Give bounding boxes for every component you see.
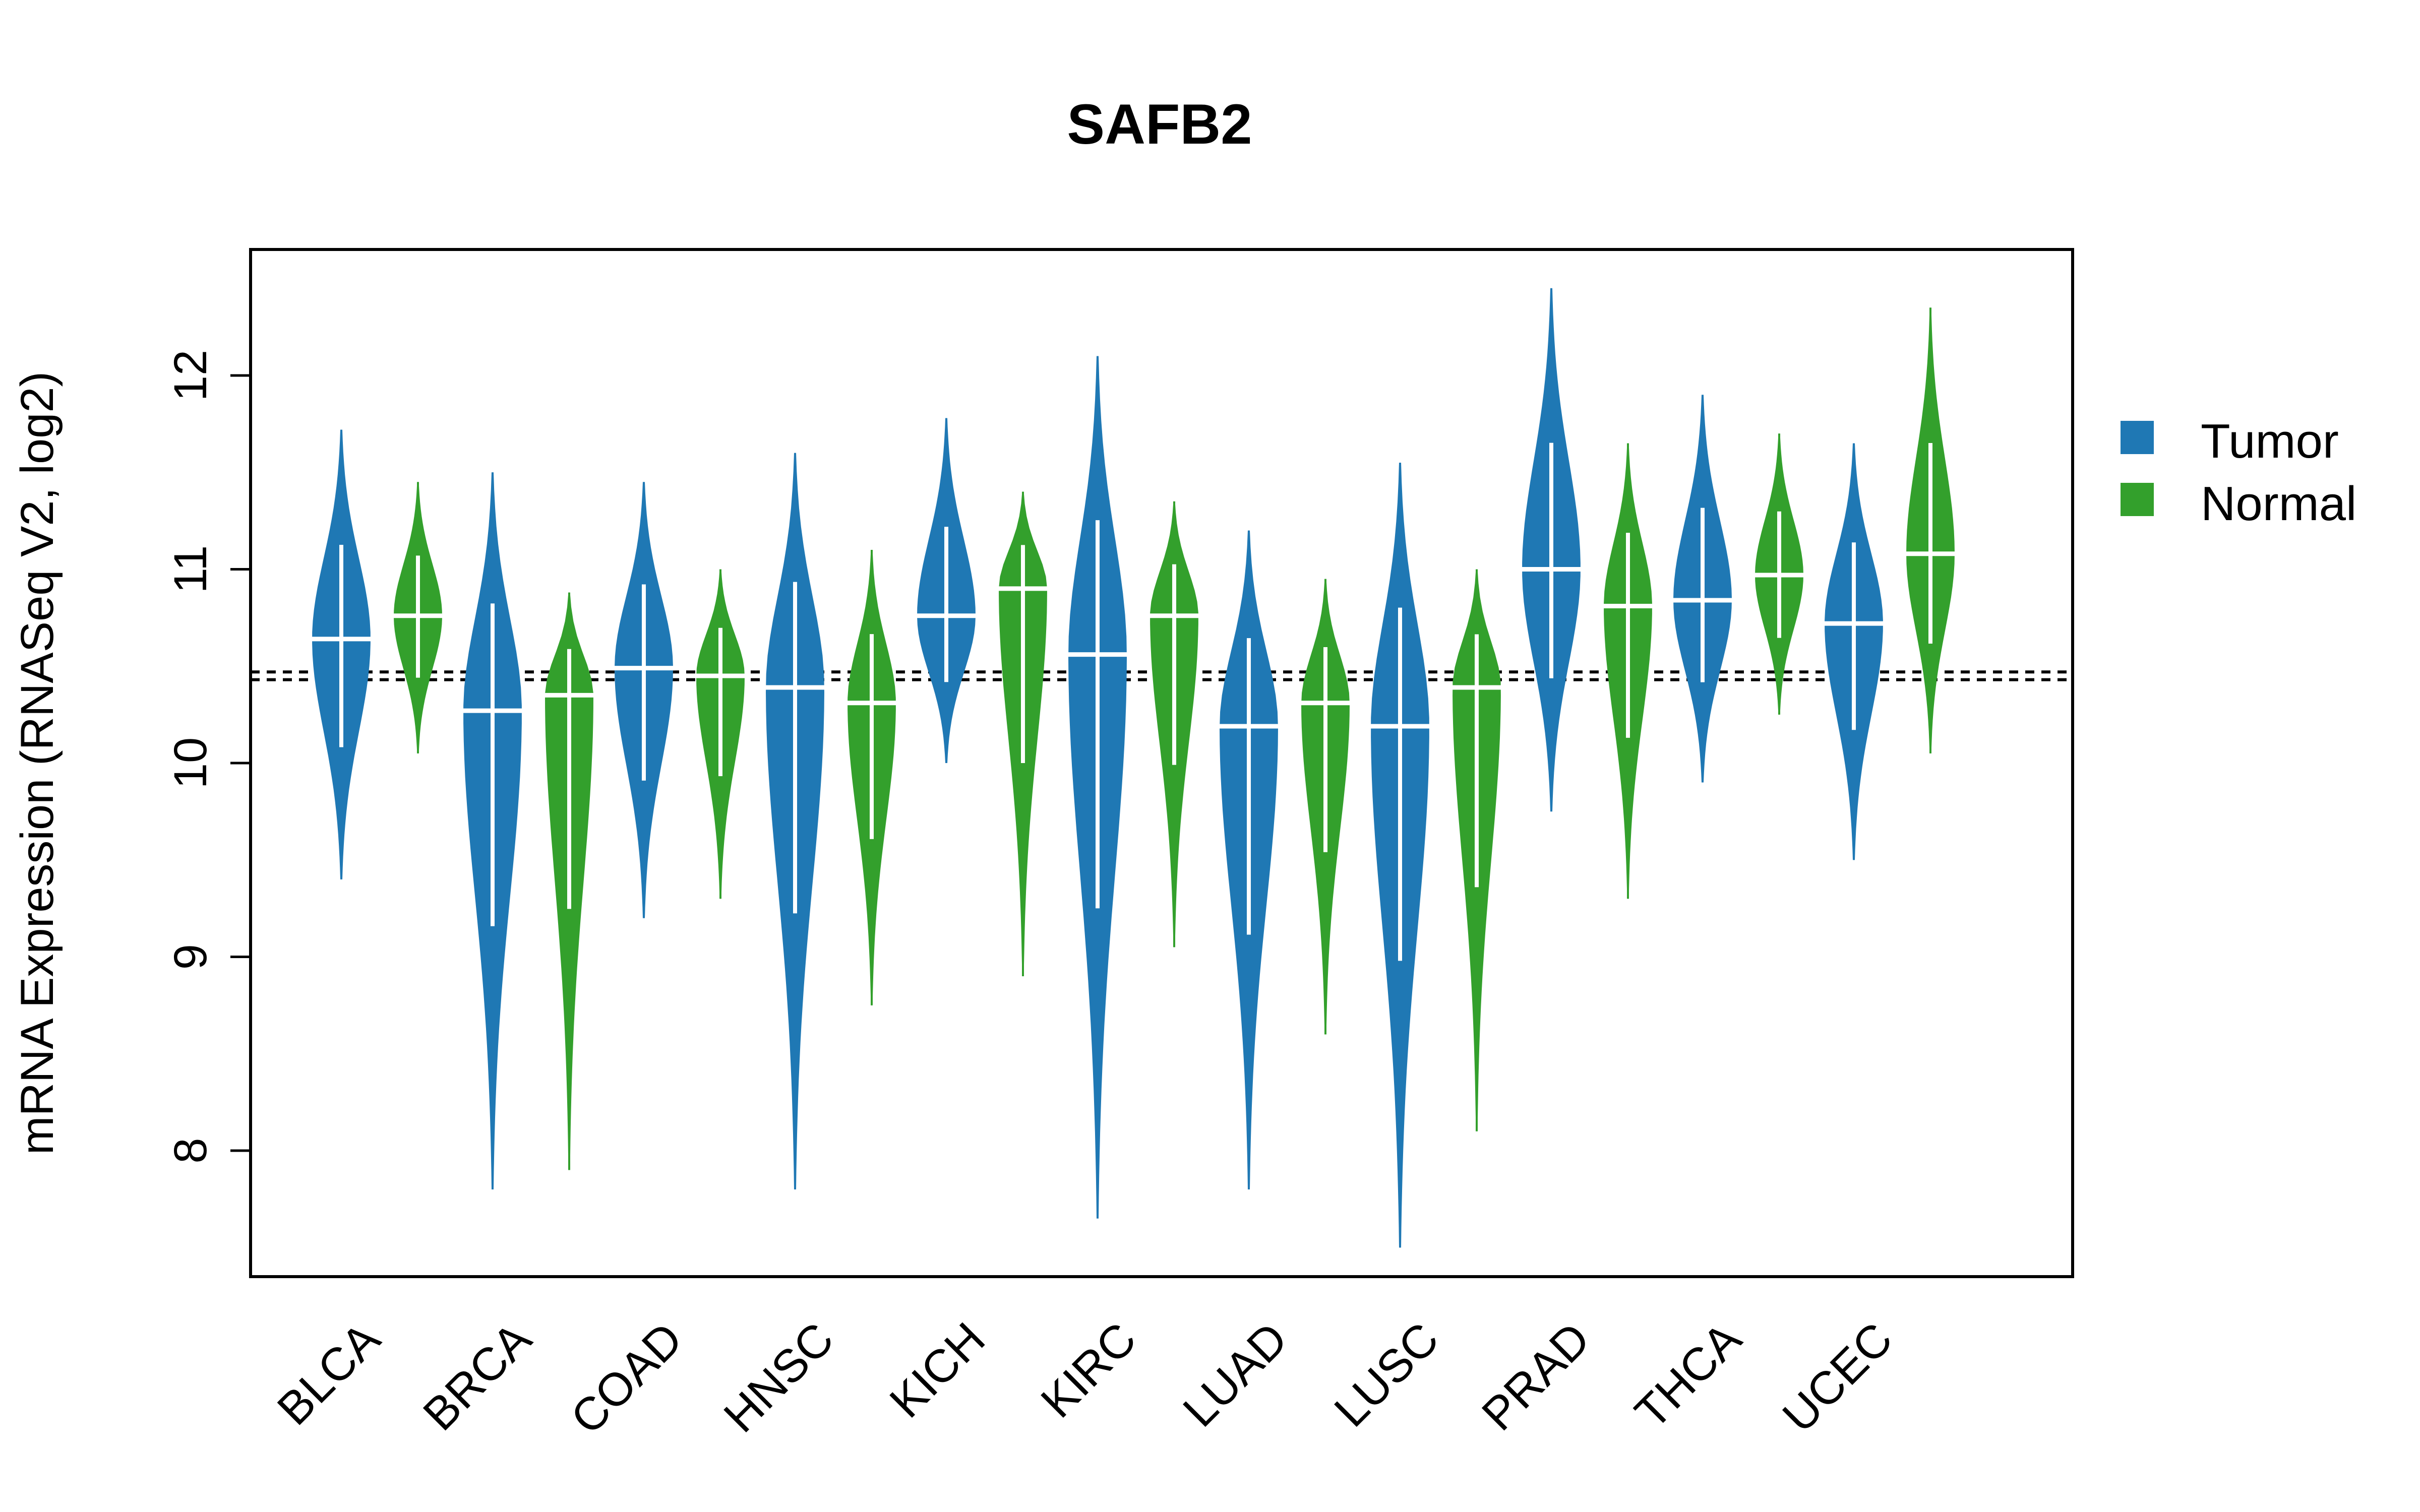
x-tick-label: UCEC — [1773, 1313, 1902, 1442]
y-tick-label: 9 — [165, 944, 216, 970]
y-tick-label: 11 — [165, 545, 216, 594]
violin-chart: SAFB2 89101112 BLCA BRCA COAD HNSC KICH KIRC L… — [12, 93, 2356, 1444]
x-tick-label: KICH — [880, 1313, 995, 1428]
y-tick-label: 12 — [165, 350, 216, 401]
x-tick-label: LUSC — [1324, 1313, 1448, 1437]
legend-swatch-tumor — [2121, 421, 2154, 454]
legend: Tumor Normal — [2121, 414, 2356, 531]
x-tick-label: THCA — [1625, 1313, 1751, 1439]
y-axis-label: mRNA Expression (RNASeq V2, log2) — [12, 371, 63, 1155]
legend-label-tumor: Tumor — [2201, 414, 2339, 468]
legend-label-normal: Normal — [2201, 477, 2356, 531]
x-tick-label: BRCA — [413, 1313, 541, 1440]
legend-swatch-normal — [2121, 483, 2154, 516]
chart-title: SAFB2 — [1067, 93, 1252, 156]
x-tick-label: LUAD — [1173, 1313, 1297, 1437]
violins — [310, 288, 1957, 1248]
x-tick-label: COAD — [561, 1313, 692, 1444]
y-axis: 8 9 10 11 12 — [165, 350, 251, 1164]
x-tick-label: KIRC — [1032, 1313, 1146, 1428]
x-axis: BLCA BRCA COAD HNSC KICH KIRC LUAD LUSC PRAD THCA… — [268, 1313, 1902, 1444]
x-tick-label: BLCA — [268, 1313, 390, 1435]
plot-frame — [249, 248, 2074, 1278]
x-tick-label: HNSC — [714, 1313, 843, 1442]
y-tick-label: 10 — [165, 737, 216, 789]
x-tick-label: PRAD — [1472, 1313, 1600, 1440]
y-tick-label: 8 — [165, 1138, 216, 1163]
